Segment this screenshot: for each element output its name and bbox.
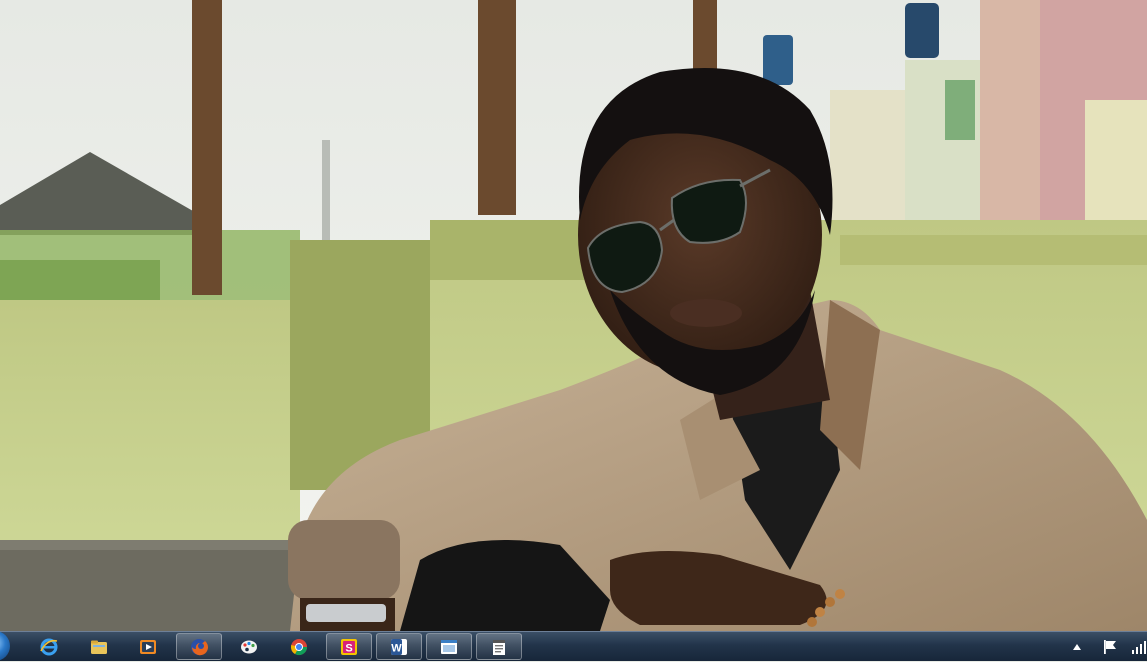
desktop-wallpaper <box>0 0 1147 631</box>
network-button[interactable] <box>1128 632 1147 662</box>
show-hidden-icons-button[interactable] <box>1068 632 1086 662</box>
word-letter: W <box>391 642 402 654</box>
taskbar-window-button[interactable] <box>426 633 472 660</box>
action-center-button[interactable] <box>1098 632 1122 662</box>
internet-explorer-icon <box>40 638 58 655</box>
taskbar-word-button[interactable]: W <box>376 633 422 660</box>
taskbar-media-button[interactable] <box>125 633 171 660</box>
notes-app-icon <box>493 639 505 655</box>
window-app-icon <box>441 639 457 654</box>
media-player-icon <box>140 639 156 654</box>
network-signal-icon <box>1131 641 1146 654</box>
word-icon: W <box>391 638 407 655</box>
show-hidden-icons-arrow <box>1073 644 1081 650</box>
taskbar-firefox-button[interactable] <box>176 633 222 660</box>
taskbar-app-s-button[interactable]: S <box>326 633 372 660</box>
taskbar-ie-button[interactable] <box>26 633 72 660</box>
taskbar-paint-button[interactable] <box>226 633 272 660</box>
taskbar: S W <box>0 631 1147 661</box>
start-button[interactable] <box>0 631 10 661</box>
action-center-flag-icon <box>1104 640 1116 654</box>
app-s-letter: S <box>345 642 352 654</box>
app-s-icon: S <box>341 638 357 655</box>
chrome-icon <box>290 638 308 655</box>
wallpaper-image <box>0 0 1147 631</box>
firefox-icon <box>191 638 208 655</box>
taskbar-chrome-button[interactable] <box>276 633 322 660</box>
file-explorer-folder-icon <box>91 640 107 654</box>
taskbar-explorer-button[interactable] <box>76 633 122 660</box>
taskbar-notes-button[interactable] <box>476 633 522 660</box>
paint-palette-icon <box>241 640 257 653</box>
